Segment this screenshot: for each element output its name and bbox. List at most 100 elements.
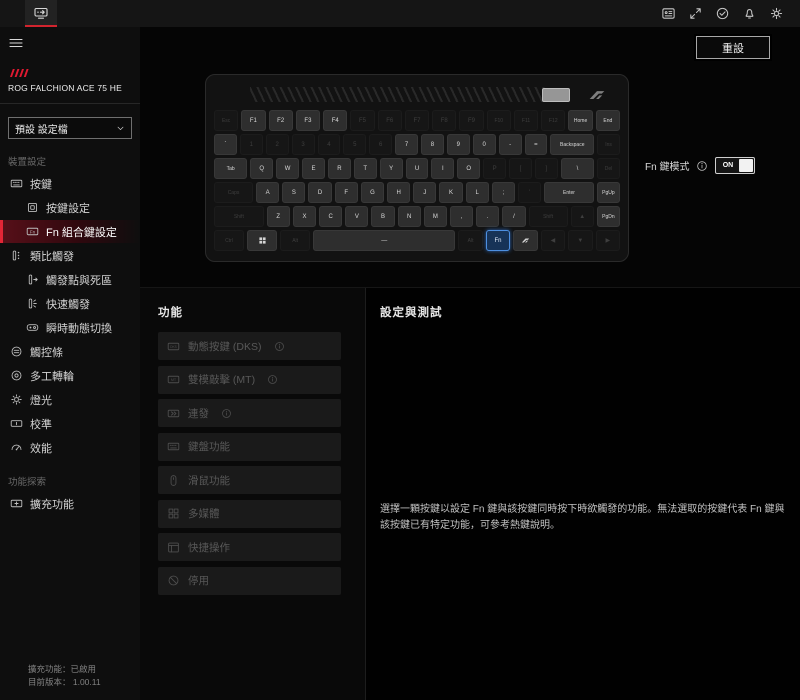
sidebar-item-touch-bar[interactable]: 觸控條 — [0, 340, 140, 363]
function-item-keyboard-functions[interactable]: 鍵盤功能 — [158, 433, 341, 461]
sidebar-item-lighting[interactable]: 燈光 — [0, 388, 140, 411]
info-icon[interactable] — [267, 374, 278, 385]
test-panel: 設定與測試 選擇一顆按鍵以設定 Fn 鍵與該按鍵同時按下時欲觸發的功能。無法選取… — [366, 288, 800, 700]
sidebar-item-key-settings[interactable]: 按鍵設定 — [0, 196, 140, 219]
key-q[interactable]: Q — [250, 158, 273, 179]
key-s[interactable]: S — [282, 182, 305, 203]
sidebar-item-instant-dynamic-switch[interactable]: 瞬時動態切換 — [0, 316, 140, 339]
function-item-mouse-functions[interactable]: 滑鼠功能 — [158, 466, 341, 494]
key-rog[interactable] — [513, 230, 537, 251]
trigger-point-icon — [26, 273, 39, 286]
key-g[interactable]: G — [361, 182, 384, 203]
profile-dropdown[interactable]: 預設 設定檔 — [8, 117, 132, 139]
key-k[interactable]: K — [439, 182, 462, 203]
key-x[interactable]: X — [293, 206, 316, 227]
key-windows[interactable] — [247, 230, 277, 251]
sidebar-item-performance[interactable]: 效能 — [0, 436, 140, 459]
function-item-label: 快捷操作 — [188, 540, 230, 555]
manual-icon[interactable] — [661, 6, 676, 21]
key-o[interactable]: O — [457, 158, 480, 179]
settings-icon[interactable] — [769, 6, 784, 21]
key-f1[interactable]: F1 — [241, 110, 265, 131]
info-icon[interactable] — [696, 160, 708, 172]
key-7[interactable]: 7 — [395, 134, 418, 155]
key-e[interactable]: E — [302, 158, 325, 179]
notifications-icon[interactable] — [742, 6, 757, 21]
info-icon[interactable] — [274, 341, 285, 352]
key-backspace[interactable]: Backspace — [550, 134, 594, 155]
sidebar-item-calibration[interactable]: 校準 — [0, 412, 140, 435]
key-minus[interactable]: - — [499, 134, 522, 155]
key-fn[interactable]: Fn — [486, 230, 510, 251]
key-down: ▼ — [568, 230, 592, 251]
key-y[interactable]: Y — [380, 158, 403, 179]
sidebar-item-extensions[interactable]: 擴充功能 — [0, 492, 140, 515]
key-label: T — [363, 166, 367, 172]
update-icon[interactable] — [715, 6, 730, 21]
lower-section: 功能 DKS動態按鍵 (DKS)MT雙模敲擊 (MT)連發鍵盤功能滑鼠功能多媒體… — [140, 287, 800, 700]
function-item-turbo[interactable]: 連發 — [158, 399, 341, 427]
key-a[interactable]: A — [256, 182, 279, 203]
key-i[interactable]: I — [431, 158, 454, 179]
key-0[interactable]: 0 — [473, 134, 496, 155]
key-grave[interactable]: ` — [214, 134, 237, 155]
key-f[interactable]: F — [335, 182, 358, 203]
function-item-disable[interactable]: 停用 — [158, 567, 341, 595]
key-z[interactable]: Z — [267, 206, 290, 227]
multi-wheel-icon — [10, 369, 23, 382]
key-b[interactable]: B — [371, 206, 394, 227]
key-label: [ — [520, 166, 522, 172]
sidebar-item-keys[interactable]: 按鍵 — [0, 172, 140, 195]
key-period[interactable]: . — [476, 206, 499, 227]
sidebar-item-analog-trigger[interactable]: 類比觸發 — [0, 244, 140, 267]
fn-mode-toggle[interactable]: ON — [715, 157, 755, 174]
key-c[interactable]: C — [319, 206, 342, 227]
key-backslash[interactable]: \ — [561, 158, 594, 179]
key-f3[interactable]: F3 — [296, 110, 320, 131]
sidebar-item-label: 快速觸發 — [46, 296, 90, 312]
sidebar-item-rapid-trigger[interactable]: 快速觸發 — [0, 292, 140, 315]
key-comma[interactable]: , — [450, 206, 473, 227]
function-item-multimedia[interactable]: 多媒體 — [158, 500, 341, 528]
sidebar-item-trigger-point-deadzone[interactable]: 觸發點與死區 — [0, 268, 140, 291]
key-pgdn[interactable]: PgDn — [597, 206, 620, 227]
key-m[interactable]: M — [424, 206, 447, 227]
key-9[interactable]: 9 — [447, 134, 470, 155]
key-8[interactable]: 8 — [421, 134, 444, 155]
key-slash[interactable]: / — [502, 206, 525, 227]
tab-device[interactable] — [25, 0, 57, 27]
hamburger-menu-icon[interactable] — [8, 35, 24, 51]
key-enter[interactable]: Enter — [544, 182, 594, 203]
key-label: O — [466, 166, 471, 172]
key-f2[interactable]: F2 — [269, 110, 293, 131]
key-h[interactable]: H — [387, 182, 410, 203]
function-item-dks[interactable]: DKS動態按鍵 (DKS) — [158, 332, 341, 360]
key-label: E — [311, 166, 315, 172]
function-item-mod-tap[interactable]: MT雙模敲擊 (MT) — [158, 366, 341, 394]
key-label: \ — [577, 166, 579, 172]
function-item-shortcuts[interactable]: 快捷操作 — [158, 533, 341, 561]
key-d[interactable]: D — [308, 182, 331, 203]
fullscreen-icon[interactable] — [688, 6, 703, 21]
key-l[interactable]: L — [466, 182, 489, 203]
key-t[interactable]: T — [354, 158, 377, 179]
key-u[interactable]: U — [406, 158, 429, 179]
key-v[interactable]: V — [345, 206, 368, 227]
key-f4[interactable]: F4 — [323, 110, 347, 131]
key-space[interactable]: — — [313, 230, 455, 251]
key-r[interactable]: R — [328, 158, 351, 179]
key-equals[interactable]: = — [525, 134, 548, 155]
key-tab[interactable]: Tab — [214, 158, 247, 179]
sidebar-item-multi-wheel[interactable]: 多工轉輪 — [0, 364, 140, 387]
info-icon[interactable] — [221, 408, 232, 419]
key-n[interactable]: N — [398, 206, 421, 227]
key-end[interactable]: End — [596, 110, 620, 131]
key-home[interactable]: Home — [568, 110, 592, 131]
key-pgup[interactable]: PgUp — [597, 182, 620, 203]
key-w[interactable]: W — [276, 158, 299, 179]
sidebar-item-fn-combo-settings[interactable]: FnFn 組合鍵設定 — [0, 220, 140, 243]
reset-button[interactable]: 重設 — [696, 36, 770, 59]
key-semicolon[interactable]: ; — [492, 182, 515, 203]
key-j[interactable]: J — [413, 182, 436, 203]
key-label: 7 — [405, 142, 408, 148]
